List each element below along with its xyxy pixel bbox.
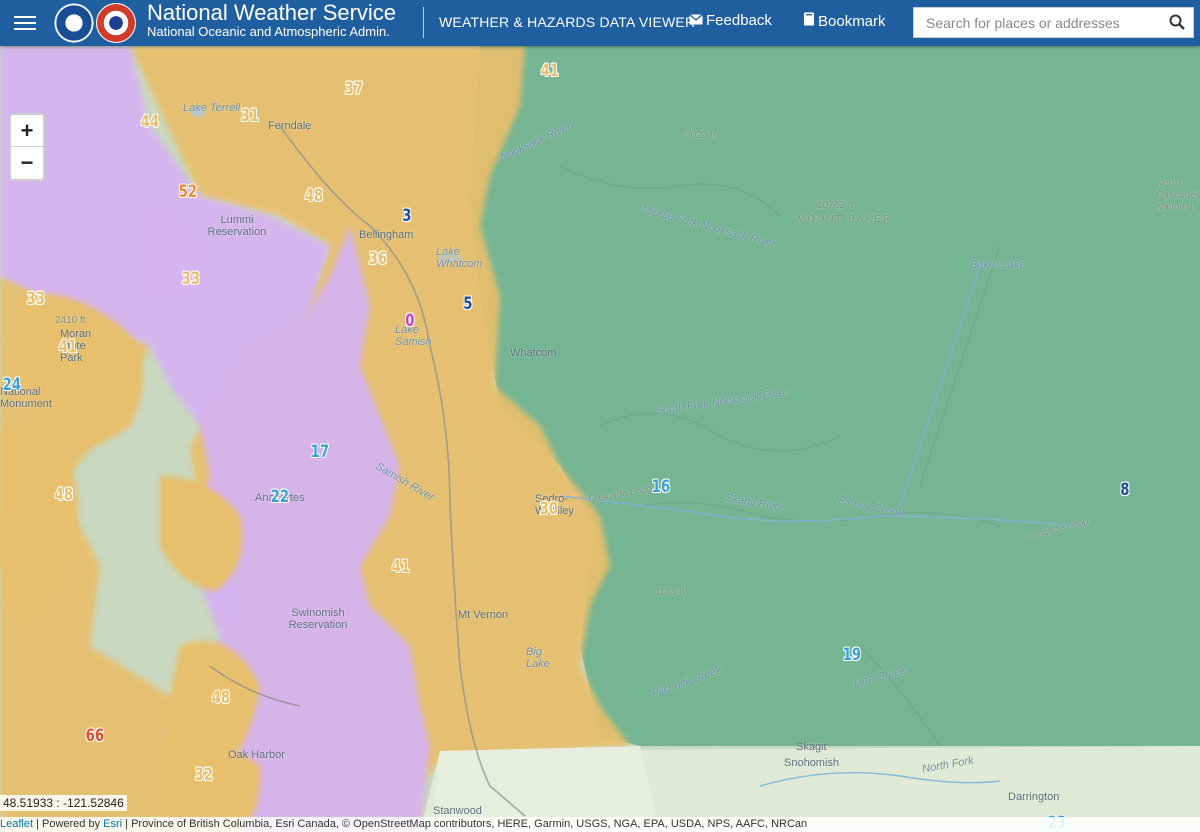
place-elev-5020: 5020 ft bbox=[685, 130, 716, 141]
place-lake-terrell: Lake Terrell bbox=[183, 102, 241, 114]
envelope-icon bbox=[689, 12, 703, 29]
place-lummi-reservation: Lummi Reservation bbox=[207, 214, 267, 238]
value-marker[interactable]: 33 bbox=[182, 269, 200, 289]
feedback-button[interactable]: Feedback bbox=[689, 12, 772, 29]
place-lake-samish: Lake Samish bbox=[395, 324, 432, 348]
place-elev-2410: 2410 ft bbox=[55, 315, 86, 326]
place-mt-vernon: Mt Vernon bbox=[458, 609, 509, 621]
value-marker[interactable]: 31 bbox=[241, 106, 259, 126]
value-marker[interactable]: 22 bbox=[271, 487, 289, 507]
bookmark-icon bbox=[803, 12, 815, 30]
place-whatcom: Whatcom bbox=[510, 347, 557, 359]
site-title[interactable]: National Weather Service bbox=[147, 1, 396, 25]
value-marker[interactable]: 33 bbox=[27, 289, 45, 309]
value-marker[interactable]: 41 bbox=[541, 61, 559, 81]
zoom-out-button[interactable]: − bbox=[11, 147, 43, 178]
site-subtitle[interactable]: National Oceanic and Atmospheric Admin. bbox=[147, 24, 390, 40]
value-marker[interactable]: 30 bbox=[540, 499, 558, 519]
place-mount-baker: MOUNT BAKER bbox=[797, 214, 893, 225]
search-box bbox=[913, 7, 1194, 38]
value-marker[interactable]: 3 bbox=[402, 206, 411, 226]
value-marker[interactable]: 19 bbox=[843, 645, 861, 665]
top-header: National Weather Service National Oceani… bbox=[0, 0, 1200, 46]
value-marker[interactable]: 41 bbox=[59, 337, 77, 357]
map-area[interactable]: Lake Terrell Ferndale Lummi Reservation … bbox=[0, 46, 1200, 832]
nws-logo[interactable] bbox=[96, 3, 136, 43]
search-input[interactable] bbox=[914, 8, 1164, 37]
value-marker[interactable]: 48 bbox=[55, 485, 73, 505]
value-marker[interactable]: 66 bbox=[86, 726, 104, 746]
value-marker[interactable]: 44 bbox=[141, 112, 159, 132]
hamburger-menu-icon[interactable] bbox=[14, 13, 36, 33]
viewer-title: WEATHER & HAZARDS DATA VIEWER bbox=[439, 14, 696, 30]
noaa-logo[interactable] bbox=[54, 3, 94, 43]
place-stanwood: Stanwood bbox=[433, 805, 482, 817]
value-marker[interactable]: 8 bbox=[1120, 480, 1129, 500]
place-baker-lake: Baker Lake bbox=[970, 259, 1026, 271]
value-marker[interactable]: 36 bbox=[369, 249, 387, 269]
attribution-text: | Province of British Columbia, Esri Can… bbox=[122, 818, 808, 830]
header-divider bbox=[423, 7, 424, 38]
place-skagit: Skagit bbox=[796, 741, 827, 753]
map-base-layer bbox=[0, 46, 1200, 832]
place-north-cascades: North Cascades National bbox=[1156, 178, 1200, 213]
attribution-bar: Leaflet | Powered by Esri | Province of … bbox=[0, 817, 1200, 832]
place-elev-10762: 10762 ft bbox=[817, 200, 854, 211]
place-big-lake: Big Lake bbox=[526, 646, 550, 670]
value-marker[interactable]: 48 bbox=[305, 186, 323, 206]
search-icon[interactable] bbox=[1169, 14, 1185, 30]
place-oak-harbor: Oak Harbor bbox=[228, 749, 285, 761]
zoom-control: + − bbox=[9, 113, 45, 181]
bookmark-label: Bookmark bbox=[818, 13, 886, 30]
attribution-powered: | Powered by bbox=[33, 818, 104, 830]
coordinates-readout: 48.51933 : -121.52846 bbox=[0, 795, 127, 811]
feedback-label: Feedback bbox=[706, 12, 772, 29]
value-marker[interactable]: 52 bbox=[179, 182, 197, 202]
place-swinomish-reservation: Swinomish Reservation bbox=[288, 607, 348, 631]
leaflet-link[interactable]: Leaflet bbox=[0, 818, 33, 830]
place-elev-4144: 4144 ft bbox=[654, 587, 685, 598]
value-marker[interactable]: 0 bbox=[405, 311, 414, 331]
place-darrington: Darrington bbox=[1008, 791, 1060, 803]
place-bellingham: Bellingham bbox=[359, 229, 414, 241]
value-marker[interactable]: 24 bbox=[3, 375, 21, 395]
place-snohomish: Snohomish bbox=[784, 757, 840, 769]
value-marker[interactable]: 16 bbox=[652, 477, 670, 497]
value-marker[interactable]: 5 bbox=[463, 294, 472, 314]
value-marker[interactable]: 41 bbox=[392, 557, 410, 577]
place-ferndale: Ferndale bbox=[268, 120, 312, 132]
value-marker[interactable]: 37 bbox=[345, 79, 363, 99]
bookmark-button[interactable]: Bookmark bbox=[803, 12, 886, 30]
place-lake-whatcom: Lake Whatcom bbox=[436, 246, 483, 270]
esri-link[interactable]: Esri bbox=[103, 818, 122, 830]
zoom-in-button[interactable]: + bbox=[11, 115, 43, 147]
value-marker[interactable]: 32 bbox=[195, 765, 213, 785]
value-marker[interactable]: 17 bbox=[311, 442, 329, 462]
value-marker[interactable]: 48 bbox=[212, 688, 230, 708]
